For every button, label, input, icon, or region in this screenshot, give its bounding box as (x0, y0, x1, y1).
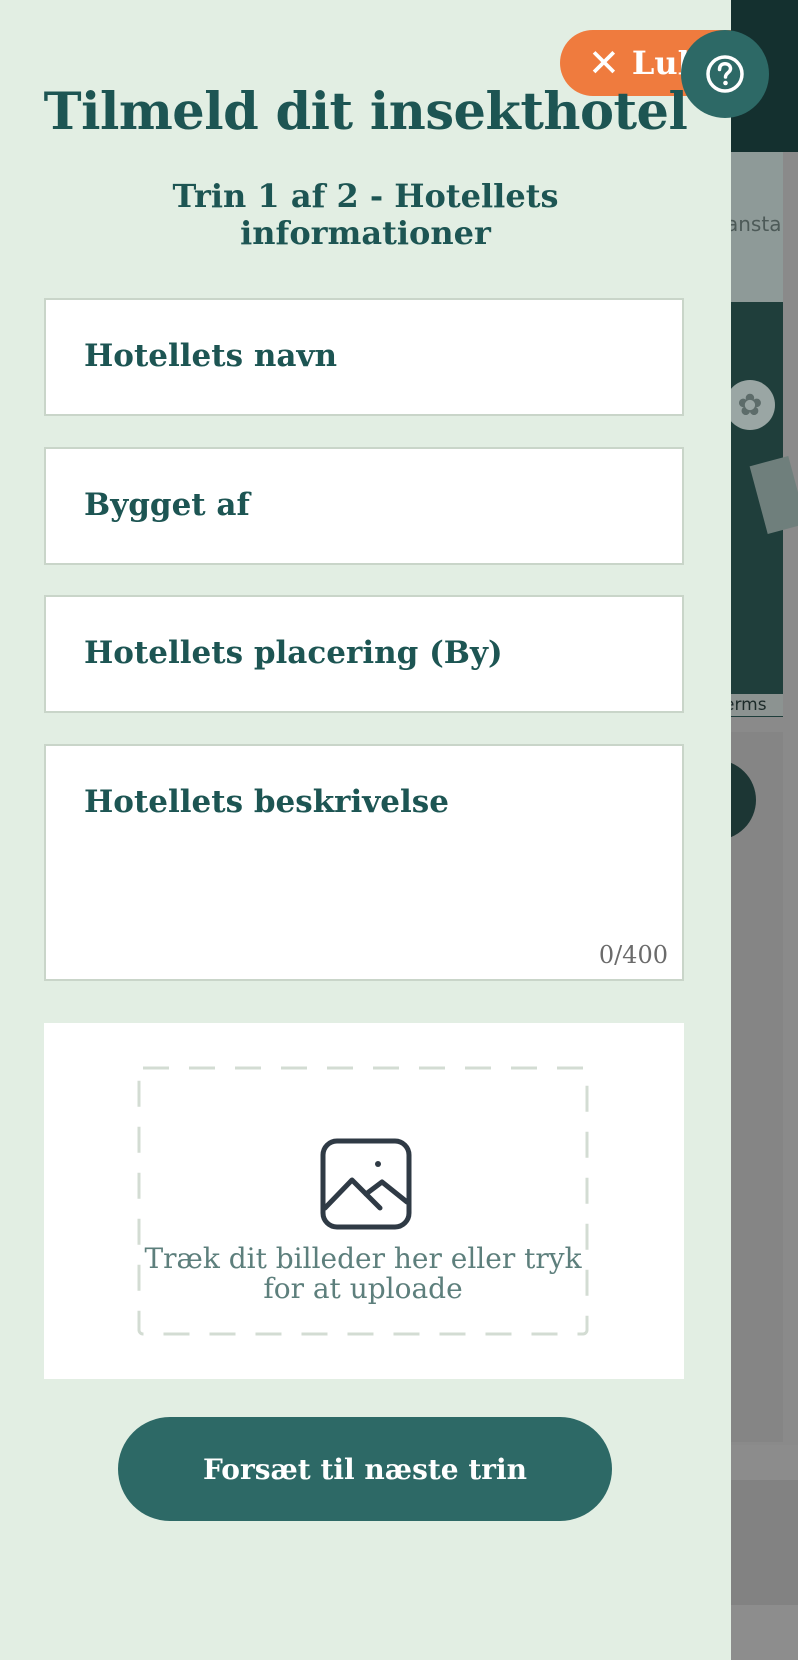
help-button[interactable] (681, 30, 769, 118)
step-subtitle: Trin 1 af 2 - Hotellets informationer (172, 177, 559, 252)
hotel-description-label: Hotellets beskrivelse (84, 784, 449, 820)
image-icon (320, 1138, 412, 1230)
register-hotel-panel: ✕ Luk Tilmeld dit insekthotel Trin 1 af … (0, 0, 731, 1660)
description-char-counter: 0/400 (598, 941, 668, 969)
hotel-location-label: Hotellets placering (By) (84, 635, 503, 671)
image-dropzone[interactable]: Træk dit billeder her eller tryk for at … (137, 1066, 589, 1336)
hotel-description-field[interactable]: Hotellets beskrivelse 0/400 (44, 744, 684, 981)
hotel-location-field[interactable]: Hotellets placering (By) (44, 595, 684, 713)
page-title: Tilmeld dit insekthotel (43, 82, 688, 142)
hotel-name-field[interactable]: Hotellets navn (44, 298, 684, 416)
built-by-field[interactable]: Bygget af (44, 447, 684, 565)
built-by-label: Bygget af (84, 487, 250, 523)
continue-next-step-button[interactable]: Forsæt til næste trin (118, 1417, 612, 1521)
clover-icon: ✿ (725, 380, 775, 430)
hotel-name-label: Hotellets navn (84, 338, 338, 374)
image-upload-card: Træk dit billeder her eller tryk for at … (44, 1023, 684, 1379)
upload-instructions: Træk dit billeder her eller tryk for at … (144, 1242, 582, 1305)
close-x-icon: ✕ (588, 41, 620, 85)
question-circle-icon (706, 55, 744, 93)
background-map-label: ansta (726, 212, 782, 236)
